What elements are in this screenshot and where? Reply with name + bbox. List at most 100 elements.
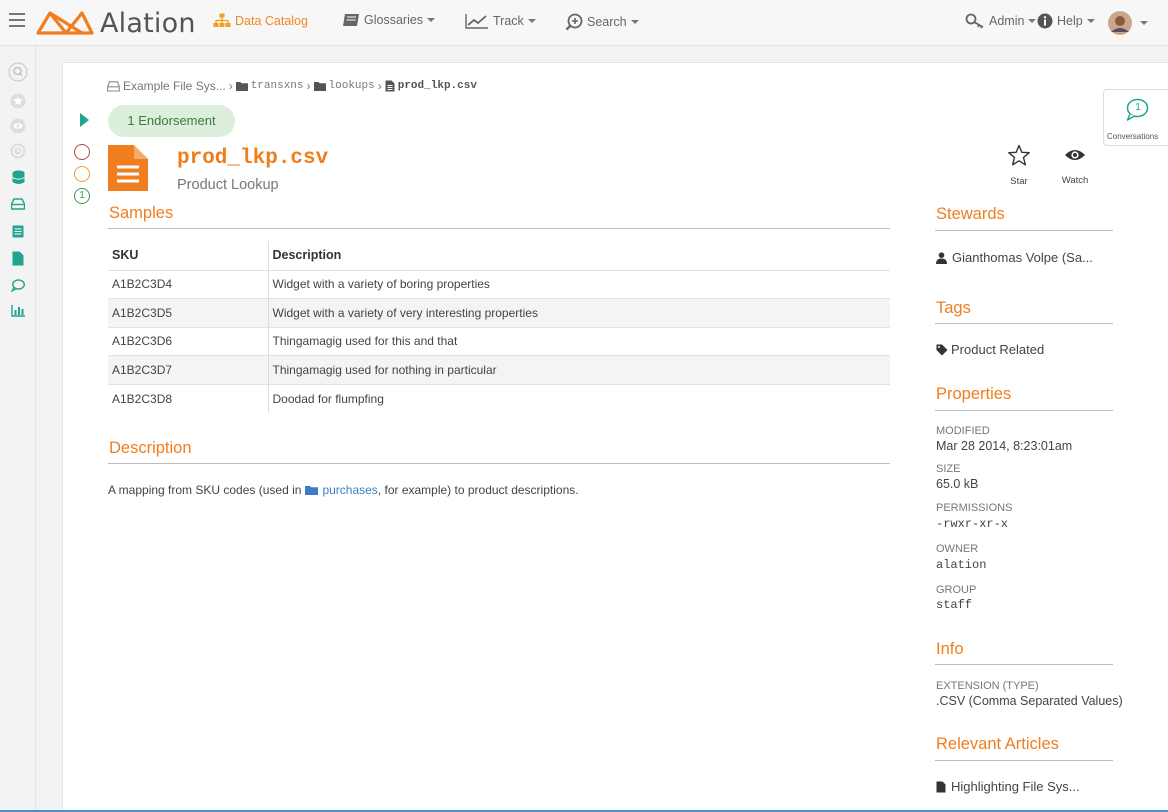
breadcrumb-separator: › xyxy=(377,79,382,93)
flag-deprecation-icon[interactable] xyxy=(74,144,90,160)
samples-heading: Samples xyxy=(109,204,174,222)
watch-button[interactable]: Watch xyxy=(1055,144,1095,186)
table-header-row: SKU Description xyxy=(108,241,890,270)
sku-cell: A1B2C3D5 xyxy=(108,298,268,328)
folder-icon xyxy=(235,82,248,91)
sidebar-filesystem-icon[interactable] xyxy=(10,196,26,212)
permissions-label: PERMISSIONS xyxy=(936,502,1013,514)
sidebar-table-icon[interactable] xyxy=(10,223,26,239)
column-header-sku[interactable]: SKU xyxy=(108,241,268,270)
column-header-description[interactable]: Description xyxy=(267,241,890,270)
stewards-divider xyxy=(935,230,1113,231)
table-row: A1B2C3D5 Widget with a variety of very i… xyxy=(108,298,890,328)
top-navbar: Alation Data Catalog Glossaries Track Se… xyxy=(0,0,1168,46)
conversation-count: 1 xyxy=(1135,102,1141,113)
line-chart-icon xyxy=(465,14,488,29)
flag-warning-icon[interactable] xyxy=(74,166,90,182)
breadcrumb-dir-transxns[interactable]: transxns xyxy=(235,80,304,92)
chevron-down-icon xyxy=(427,18,436,22)
chevron-down-icon xyxy=(1086,19,1095,23)
nav-admin[interactable]: Admin xyxy=(965,13,1037,29)
relevant-articles-heading: Relevant Articles xyxy=(936,735,1059,753)
info-icon xyxy=(1037,13,1053,29)
description-before: A mapping from SKU codes (used in xyxy=(108,483,302,497)
breadcrumb-file: prod_lkp.csv xyxy=(385,80,477,92)
table-row: A1B2C3D6 Thingamagig used for this and t… xyxy=(108,326,890,356)
description-after: , for example) to product descriptions. xyxy=(377,483,579,497)
permissions-value: -rwxr-xr-x xyxy=(936,517,1009,531)
chevron-down-icon xyxy=(527,19,536,23)
key-search-icon xyxy=(965,13,984,29)
tag-item[interactable]: Product Related xyxy=(936,342,1044,357)
star-button[interactable]: Star xyxy=(1005,144,1033,187)
modified-value: Mar 28 2014, 8:23:01am xyxy=(936,439,1073,453)
left-sidebar xyxy=(0,46,36,812)
tag-icon xyxy=(936,344,948,355)
eye-icon xyxy=(1065,150,1085,160)
sidebar-reports-icon[interactable] xyxy=(10,302,26,318)
sitemap-icon xyxy=(213,13,231,27)
alation-logo-icon xyxy=(36,11,94,35)
search-plus-icon xyxy=(565,13,583,31)
table-row: A1B2C3D4 Widget with a variety of boring… xyxy=(108,269,890,299)
flag-endorse-icon[interactable]: 1 xyxy=(74,188,90,204)
nav-label: Search xyxy=(587,15,627,29)
star-icon xyxy=(1008,144,1030,166)
alation-logo[interactable]: Alation xyxy=(36,6,196,40)
nav-track[interactable]: Track xyxy=(465,13,536,29)
nav-label: Track xyxy=(493,14,524,28)
modified-label: MODIFIED xyxy=(936,425,990,437)
sidebar-star-icon[interactable] xyxy=(10,93,26,109)
endorsement-badge[interactable]: 1 Endorsement xyxy=(108,105,235,137)
properties-divider xyxy=(935,410,1113,411)
group-value: staff xyxy=(936,598,973,612)
info-divider xyxy=(935,664,1113,665)
breadcrumb-dir-lookups[interactable]: lookups xyxy=(313,80,375,92)
file-icon xyxy=(936,781,946,792)
steward-item[interactable]: Gianthomas Volpe (Sa... xyxy=(936,250,1093,265)
brand-name: Alation xyxy=(100,7,196,39)
description-cell: Thingamagig used for nothing in particul… xyxy=(267,355,890,385)
sidebar-conversation-icon[interactable] xyxy=(10,277,26,293)
article-item[interactable]: Highlighting File Sys... xyxy=(936,779,1080,794)
sidebar-watch-icon[interactable] xyxy=(10,118,26,134)
table-row: A1B2C3D7 Thingamagig used for nothing in… xyxy=(108,355,890,385)
sidebar-search-icon[interactable] xyxy=(8,62,28,82)
conversations-tab[interactable]: 1 Conversations xyxy=(1103,89,1168,146)
nav-glossaries[interactable]: Glossaries xyxy=(342,13,436,27)
size-value: 65.0 kB xyxy=(936,477,979,491)
breadcrumb-separator: › xyxy=(306,79,311,93)
breadcrumb-separator: › xyxy=(228,79,233,93)
filesystem-icon xyxy=(107,80,120,92)
purchases-link[interactable]: purchases xyxy=(305,483,378,497)
nav-search[interactable]: Search xyxy=(565,13,639,31)
breadcrumb-root[interactable]: Example File Sys... xyxy=(107,79,226,93)
user-icon xyxy=(936,251,947,264)
chevron-down-icon xyxy=(1140,21,1148,25)
extension-label: EXTENSION (TYPE) xyxy=(936,680,1039,692)
sidebar-database-icon[interactable] xyxy=(10,169,26,185)
user-avatar-menu[interactable] xyxy=(1108,11,1148,35)
properties-heading: Properties xyxy=(936,385,1012,403)
sku-cell: A1B2C3D8 xyxy=(108,383,268,413)
hamburger-menu-icon[interactable] xyxy=(9,13,25,27)
nav-label: Help xyxy=(1057,14,1083,28)
folder-icon xyxy=(313,82,326,91)
sidebar-file-icon[interactable] xyxy=(10,250,26,266)
page-subtitle: Product Lookup xyxy=(177,177,279,193)
nav-help[interactable]: Help xyxy=(1037,13,1095,29)
owner-value: alation xyxy=(936,558,987,572)
tags-divider xyxy=(935,323,1113,324)
csv-file-icon xyxy=(108,145,148,191)
info-heading: Info xyxy=(936,640,964,658)
expand-panel-icon[interactable] xyxy=(80,113,89,127)
sidebar-history-icon[interactable] xyxy=(10,143,26,159)
nav-label: Admin xyxy=(989,14,1025,28)
description-heading: Description xyxy=(109,439,192,457)
nav-data-catalog[interactable]: Data Catalog xyxy=(213,13,308,28)
nav-label: Glossaries xyxy=(364,13,424,27)
samples-divider xyxy=(108,228,890,229)
watch-label: Watch xyxy=(1061,175,1089,186)
folder-icon xyxy=(305,486,319,495)
description-cell: Widget with a variety of boring properti… xyxy=(267,269,890,299)
